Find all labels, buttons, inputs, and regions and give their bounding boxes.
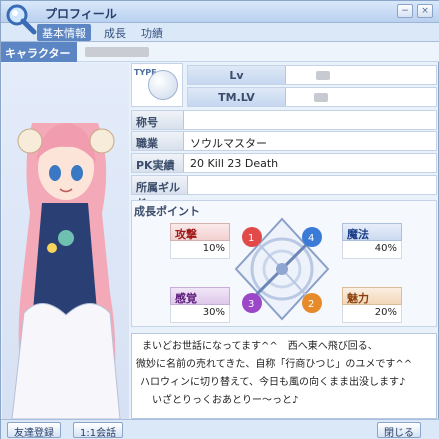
- character-name-label: キャラクター名: [1, 42, 77, 76]
- lv-label: Lv: [188, 66, 286, 84]
- marker-4-icon: 4: [302, 227, 322, 247]
- stat-charm-label: 魅力: [342, 287, 402, 305]
- tab-bar: 基本情報 成長 功績: [1, 23, 439, 42]
- marker-2-icon: 2: [302, 293, 322, 313]
- window-title: プロフィール: [45, 7, 117, 21]
- stat-attack-label: 攻撃: [170, 223, 230, 241]
- pk-label: PK実績: [132, 154, 184, 172]
- svg-text:4: 4: [308, 233, 314, 244]
- stat-magic-value: 40%: [342, 241, 402, 259]
- guild-label: 所属ギルド: [132, 176, 188, 210]
- type-box: TYPE: [131, 63, 183, 107]
- comment-line-4: いざとりっくおあとりー～っと♪: [152, 395, 299, 406]
- lv-row: Lv: [187, 65, 437, 85]
- marker-3-icon: 3: [242, 293, 262, 313]
- lv-value-redacted: [316, 71, 330, 80]
- portrait-illustration: [2, 63, 129, 419]
- title-bar[interactable]: プロフィール − ×: [1, 1, 439, 35]
- add-friend-button[interactable]: 友達登録: [7, 422, 61, 439]
- job-row: 職業 ソウルマスター: [131, 131, 437, 151]
- pk-row: PK実績 20 Kill 23 Death: [131, 153, 437, 173]
- type-label: TYPE: [134, 68, 157, 77]
- tab-basic-info[interactable]: 基本情報: [37, 24, 91, 41]
- tmlv-value-redacted: [314, 93, 328, 102]
- svg-text:1: 1: [248, 233, 254, 244]
- svg-text:2: 2: [308, 299, 314, 310]
- stat-attack-value: 10%: [170, 241, 230, 259]
- guild-row: 所属ギルド: [131, 175, 437, 210]
- minimize-button[interactable]: −: [397, 4, 413, 18]
- stat-sense-value: 30%: [170, 305, 230, 323]
- stat-attack: 攻撃 10%: [170, 223, 230, 261]
- pk-value: 20 Kill 23 Death: [190, 157, 279, 170]
- growth-points-panel: 成長ポイント 攻撃 10% 魔法 40% 感覚 30% 魅力 20% 1 4 3…: [131, 200, 437, 327]
- job-value: ソウルマスター: [190, 137, 267, 150]
- title-row: 称号: [131, 110, 437, 130]
- job-label: 職業: [132, 132, 184, 150]
- character-portrait: [2, 63, 129, 419]
- tab-achievements[interactable]: 功績: [136, 24, 168, 41]
- bottom-bar: 友達登録 1:1会話 閉じる: [1, 419, 439, 439]
- stat-magic: 魔法 40%: [342, 223, 402, 261]
- comment-line-2: 微妙に名前の売れてきた、自称「行商ひつじ」のユメです^^: [136, 359, 413, 370]
- growth-points-title: 成長ポイント: [134, 205, 200, 218]
- type-icon: [148, 70, 178, 100]
- profile-comment: まいどお世話になってます^^ 西へ東へ飛び回る、 微妙に名前の売れてきた、自称「…: [131, 333, 437, 419]
- stat-charm-value: 20%: [342, 305, 402, 323]
- character-name-redacted: [85, 47, 149, 57]
- stat-sense: 感覚 30%: [170, 287, 230, 325]
- private-chat-button[interactable]: 1:1会話: [73, 422, 124, 439]
- profile-window: プロフィール − × 基本情報 成長 功績 キャラクター名: [0, 0, 439, 439]
- stat-sense-label: 感覚: [170, 287, 230, 305]
- comment-line-1: まいどお世話になってます^^ 西へ東へ飛び回る、: [142, 341, 378, 352]
- comment-line-3: ハロウィンに切り替えて、今日も風の向くまま出没します♪: [140, 377, 406, 388]
- stat-magic-label: 魔法: [342, 223, 402, 241]
- close-button[interactable]: 閉じる: [377, 422, 421, 439]
- stat-charm: 魅力 20%: [342, 287, 402, 325]
- magnifier-icon: [6, 4, 37, 35]
- svg-text:3: 3: [248, 299, 254, 310]
- tab-growth[interactable]: 成長: [99, 24, 131, 41]
- character-name-bar: キャラクター名: [1, 42, 439, 76]
- close-window-button[interactable]: ×: [417, 4, 433, 18]
- tmlv-row: TM.LV: [187, 87, 437, 107]
- marker-1-icon: 1: [242, 227, 262, 247]
- growth-radar-chart: 1 4 3 2: [234, 217, 330, 321]
- title-label: 称号: [132, 111, 184, 129]
- tmlv-label: TM.LV: [188, 88, 286, 106]
